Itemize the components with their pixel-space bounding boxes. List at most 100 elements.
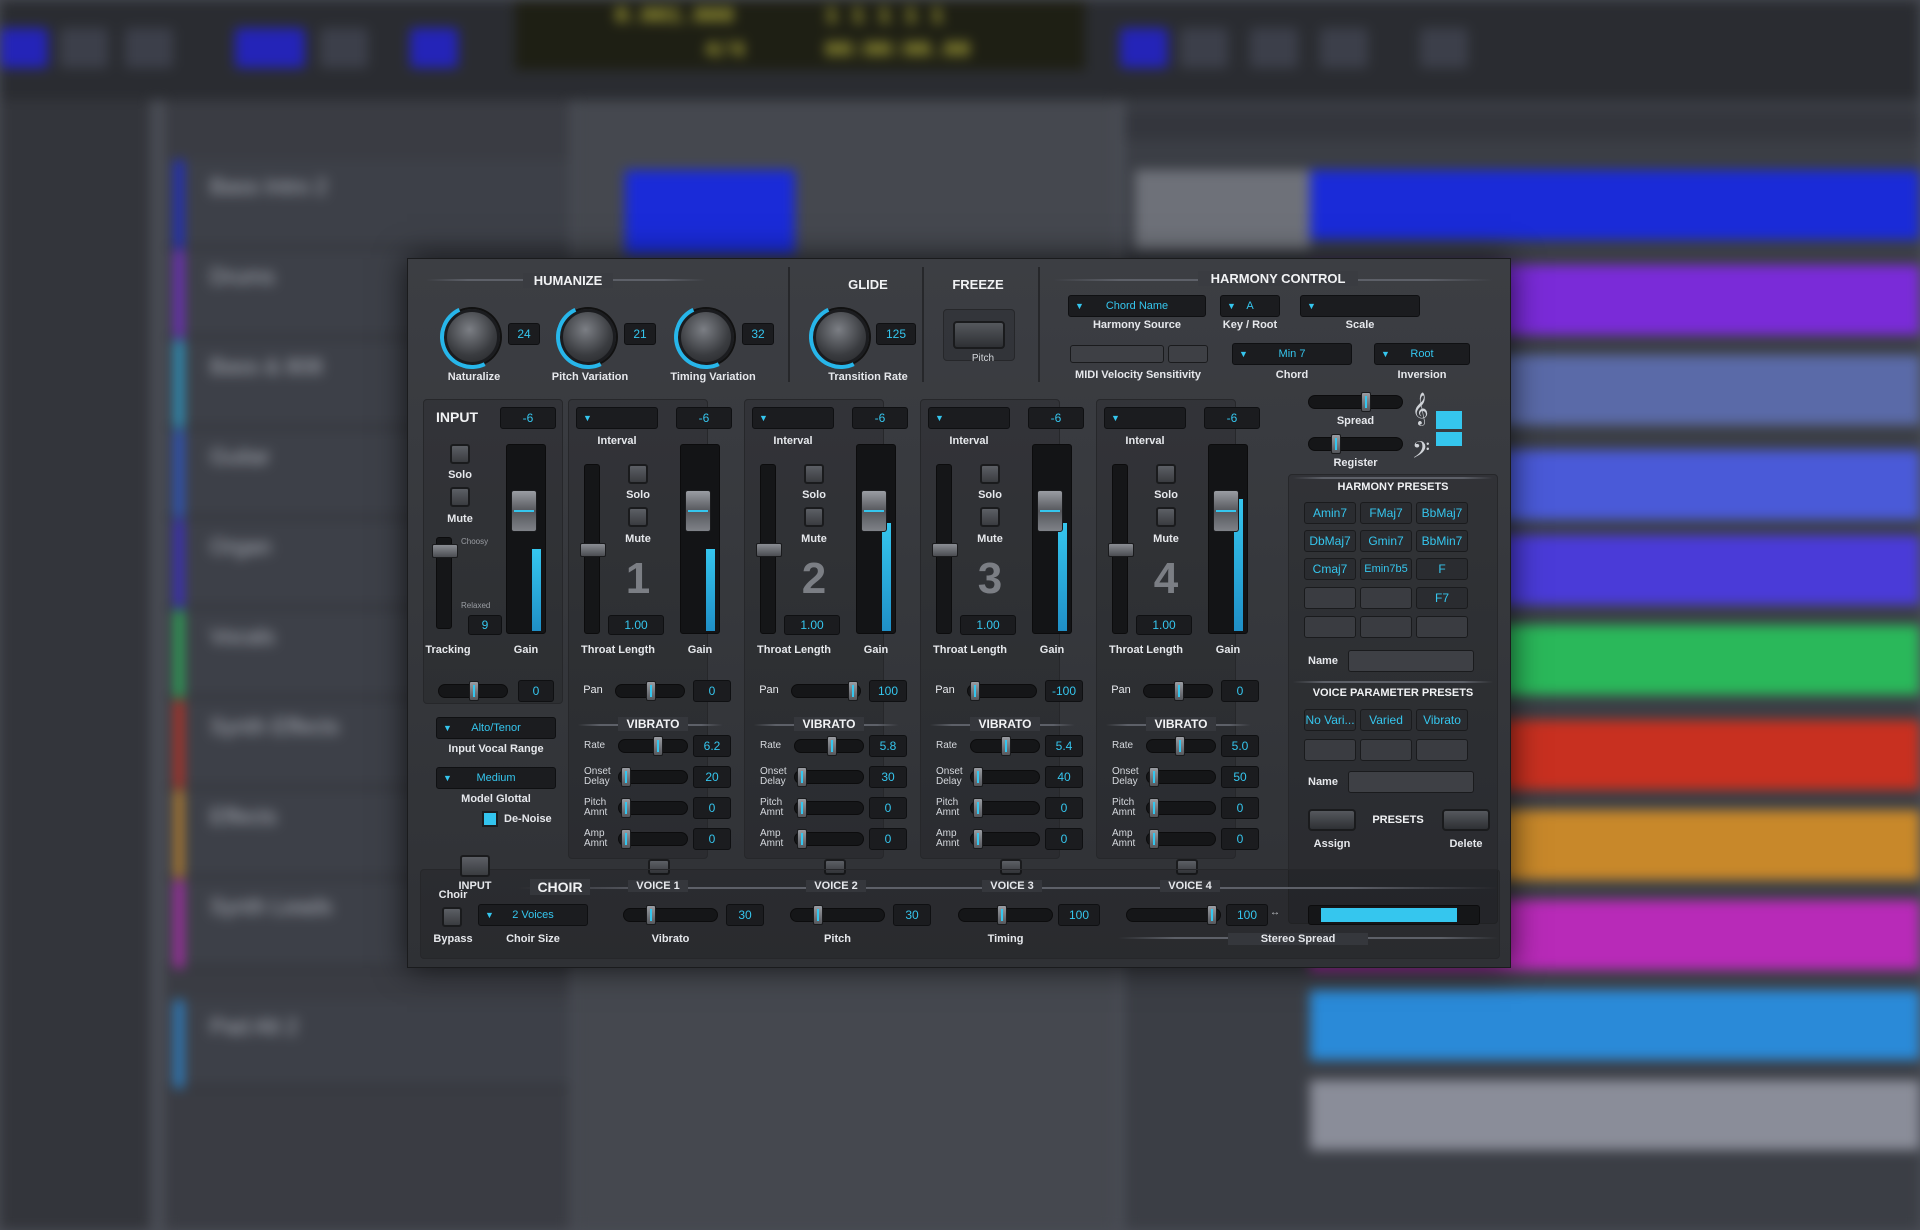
harmony-preset-slot[interactable]: Emin7b5 [1360,558,1412,580]
midi-velocity-toggle[interactable] [1168,345,1208,363]
voice-4-throat-value[interactable]: 1.00 [1136,615,1192,635]
choir-timing-slider[interactable] [958,905,1053,925]
voice-2-onset-slider[interactable] [794,767,864,787]
voice-1-pitch-value[interactable]: 0 [693,797,731,819]
voice-1-throat-slider[interactable] [580,464,606,634]
voice-2-rate-slider[interactable] [794,736,864,756]
voice-1-onset-value[interactable]: 20 [693,766,731,788]
voice-2-gain-value[interactable]: -6 [852,407,908,429]
voice-2-amp-value[interactable]: 0 [869,828,907,850]
voice-2-throat-slider[interactable] [756,464,782,634]
harmony-preset-slot[interactable]: Gmin7 [1360,530,1412,552]
voice-preset-slot[interactable] [1416,739,1468,761]
harmony-preset-slot[interactable]: F7 [1416,587,1468,609]
choir-vibrato-value[interactable]: 30 [726,904,764,926]
choir-vibrato-slider[interactable] [623,905,718,925]
toolbar-button[interactable] [1180,28,1228,68]
voice-3-throat-slider[interactable] [932,464,958,634]
tracking-value[interactable]: 9 [468,615,502,635]
voice-4-rate-value[interactable]: 5.0 [1221,735,1259,757]
voice-2-interval-dropdown[interactable]: ▼ [752,407,834,429]
voice-1-rate-value[interactable]: 6.2 [693,735,731,757]
voice-3-pan-value[interactable]: -100 [1045,680,1083,702]
delete-button[interactable] [1442,809,1490,831]
harmony-source-dropdown[interactable]: ▼ Chord Name [1068,295,1206,317]
voice-4-throat-slider[interactable] [1108,464,1134,634]
toolbar-button[interactable] [320,28,368,68]
harmony-preset-slot[interactable]: BbMaj7 [1416,502,1468,524]
voice-2-rate-value[interactable]: 5.8 [869,735,907,757]
stereo-spread-value[interactable]: 100 [1226,904,1268,926]
vocal-range-dropdown[interactable]: ▼ Alto/Tenor [436,717,556,739]
transition-rate-knob[interactable] [813,309,869,365]
voice-1-amp-value[interactable]: 0 [693,828,731,850]
voice-1-gain-fader[interactable] [680,444,720,634]
model-glottal-dropdown[interactable]: ▼ Medium [436,767,556,789]
input-choir-button[interactable] [460,855,490,877]
naturalize-knob[interactable] [444,309,500,365]
voice-1-rate-slider[interactable] [618,736,688,756]
voice-1-gain-value[interactable]: -6 [676,407,732,429]
key-root-dropdown[interactable]: ▼ A [1220,295,1280,317]
toolbar-button[interactable] [60,28,108,68]
pitch-variation-knob[interactable] [560,309,616,365]
input-pan-value[interactable]: 0 [518,680,554,702]
naturalize-value[interactable]: 24 [508,323,540,345]
voice-2-pan-slider[interactable] [791,681,861,701]
inversion-dropdown[interactable]: ▼ Root [1374,343,1470,365]
pitch-variation-value[interactable]: 21 [624,323,656,345]
toolbar-button[interactable] [1120,28,1168,68]
harmony-preset-slot[interactable]: Amin7 [1304,502,1356,524]
voice-3-pitch-slider[interactable] [970,798,1040,818]
voice-3-amp-slider[interactable] [970,829,1040,849]
tracking-slider[interactable] [432,537,458,629]
timing-variation-value[interactable]: 32 [742,323,774,345]
toolbar-button[interactable] [1320,28,1368,68]
harmony-preset-slot[interactable] [1304,587,1356,609]
voice-1-amp-slider[interactable] [618,829,688,849]
voice-1-throat-value[interactable]: 1.00 [608,615,664,635]
voice-3-throat-value[interactable]: 1.00 [960,615,1016,635]
voice-2-pan-value[interactable]: 100 [869,680,907,702]
harmony-preset-slot[interactable]: BbMin7 [1416,530,1468,552]
harmony-preset-slot[interactable]: Cmaj7 [1304,558,1356,580]
input-gain-fader[interactable] [506,444,546,634]
harmony-preset-name-field[interactable] [1348,650,1474,672]
toolbar-button[interactable] [1420,28,1468,68]
harmony-preset-slot[interactable] [1360,587,1412,609]
track-row[interactable]: Pad Alt 2 [165,1000,570,1088]
freeze-pitch-button[interactable] [953,321,1005,349]
voice-4-mute-button[interactable] [1156,507,1176,527]
voice-3-pitch-value[interactable]: 0 [1045,797,1083,819]
voice-4-onset-value[interactable]: 50 [1221,766,1259,788]
voice-2-pitch-slider[interactable] [794,798,864,818]
voice-4-pan-slider[interactable] [1143,681,1213,701]
voice-1-solo-button[interactable] [628,464,648,484]
voice-2-amp-slider[interactable] [794,829,864,849]
stereo-spread-slider[interactable] [1126,905,1221,925]
voice-2-throat-value[interactable]: 1.00 [784,615,840,635]
voice-3-rate-value[interactable]: 5.4 [1045,735,1083,757]
harmony-preset-slot[interactable] [1416,616,1468,638]
harmony-preset-slot[interactable] [1360,616,1412,638]
harmony-preset-slot[interactable]: DbMaj7 [1304,530,1356,552]
voice-4-gain-value[interactable]: -6 [1204,407,1260,429]
toolbar-button[interactable] [235,28,305,68]
voice-1-pan-slider[interactable] [615,681,685,701]
voice-3-solo-button[interactable] [980,464,1000,484]
voice-3-pan-slider[interactable] [967,681,1037,701]
voice-3-mute-button[interactable] [980,507,1000,527]
choir-pitch-value[interactable]: 30 [893,904,931,926]
voice-2-onset-value[interactable]: 30 [869,766,907,788]
choir-size-dropdown[interactable]: ▼ 2 Voices [478,904,588,926]
voice-2-pitch-value[interactable]: 0 [869,797,907,819]
harmony-preset-slot[interactable]: FMaj7 [1360,502,1412,524]
voice-preset-slot[interactable] [1304,739,1356,761]
voice-3-gain-fader[interactable] [1032,444,1072,634]
scale-dropdown[interactable]: ▼ [1300,295,1420,317]
assign-button[interactable] [1308,809,1356,831]
toolbar-button[interactable] [125,28,173,68]
voice-4-gain-fader[interactable] [1208,444,1248,634]
voice-1-pan-value[interactable]: 0 [693,680,731,702]
de-noise-checkbox[interactable] [482,811,498,827]
